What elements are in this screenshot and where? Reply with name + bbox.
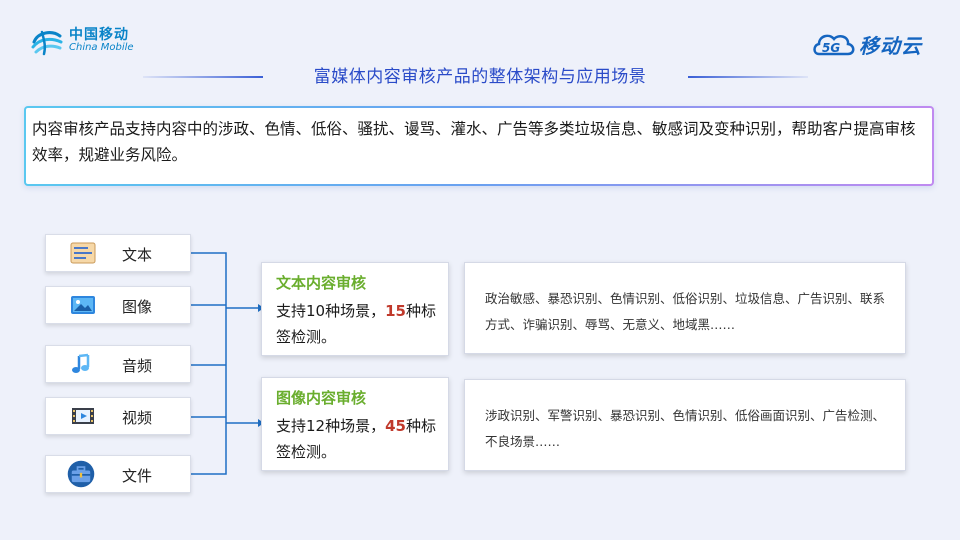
intro-text: 内容审核产品支持内容中的涉政、色情、低俗、骚扰、谩骂、灌水、广告等多类垃圾信息、…	[32, 120, 916, 164]
image-icon	[71, 296, 95, 314]
page-title: 富媒体内容审核产品的整体架构与应用场景	[313, 67, 647, 87]
content-type-text: 文本	[45, 234, 191, 272]
connector-trunk	[190, 252, 227, 475]
scene-count: 12	[306, 417, 326, 435]
content-type-video: 视频	[45, 397, 191, 435]
desc-prefix: 支持	[276, 417, 307, 435]
image-audit-card: 图像内容审核 支持12种场景，45种标签检测。	[261, 377, 449, 471]
video-film-icon	[72, 408, 94, 424]
image-audit-title: 图像内容审核	[276, 389, 367, 407]
5g-cloud-icon: 5G	[813, 34, 855, 56]
content-type-image: 图像	[45, 286, 191, 324]
text-audit-title: 文本内容审核	[276, 274, 367, 292]
text-audit-description: 支持10种场景，15种标签检测。	[276, 298, 446, 350]
music-note-icon	[72, 353, 90, 373]
content-type-label: 图像	[122, 298, 153, 316]
china-mobile-emblem-icon	[31, 30, 63, 56]
content-type-file: 文件	[45, 455, 191, 493]
label-count: 45	[385, 417, 406, 435]
title-decor-line-right	[688, 76, 808, 78]
content-type-label: 音频	[122, 357, 153, 375]
cloud-brand-name: 移动云	[859, 33, 922, 58]
mobile-cloud-logo: 5G 移动云	[811, 28, 922, 60]
desc-prefix: 支持	[276, 302, 307, 320]
image-scenes-list: 涉政识别、军警识别、暴恐识别、色情识别、低俗画面识别、广告检测、不良场景……	[485, 408, 886, 449]
desc-mid: 种场景，	[325, 302, 386, 320]
content-type-label: 文件	[122, 467, 153, 485]
logo-chinese-name: 中国移动	[69, 27, 129, 44]
file-briefcase-icon	[67, 460, 95, 488]
5g-badge-text: 5G	[822, 41, 840, 55]
text-audit-card: 文本内容审核 支持10种场景，15种标签检测。	[261, 262, 449, 356]
china-mobile-logo: 中国移动 China Mobile	[30, 26, 134, 56]
intro-panel: 内容审核产品支持内容中的涉政、色情、低俗、骚扰、谩骂、灌水、广告等多类垃圾信息、…	[24, 106, 934, 186]
slide-title-bar: 富媒体内容审核产品的整体架构与应用场景	[0, 58, 960, 88]
logo-english-name: China Mobile	[69, 42, 134, 54]
image-audit-description: 支持12种场景，45种标签检测。	[276, 413, 446, 465]
desc-mid: 种场景，	[325, 417, 386, 435]
label-count: 15	[385, 302, 406, 320]
text-scenes-list: 政治敏感、暴恐识别、色情识别、低俗识别、垃圾信息、广告识别、联系方式、诈骗识别、…	[485, 291, 886, 332]
content-type-audio: 音频	[45, 345, 191, 383]
text-document-icon	[70, 242, 96, 264]
content-type-label: 视频	[122, 409, 153, 427]
scene-count: 10	[306, 302, 326, 320]
content-type-label: 文本	[122, 246, 153, 264]
text-scenes-card: 政治敏感、暴恐识别、色情识别、低俗识别、垃圾信息、广告识别、联系方式、诈骗识别、…	[464, 262, 906, 354]
image-scenes-card: 涉政识别、军警识别、暴恐识别、色情识别、低俗画面识别、广告检测、不良场景……	[464, 379, 906, 471]
